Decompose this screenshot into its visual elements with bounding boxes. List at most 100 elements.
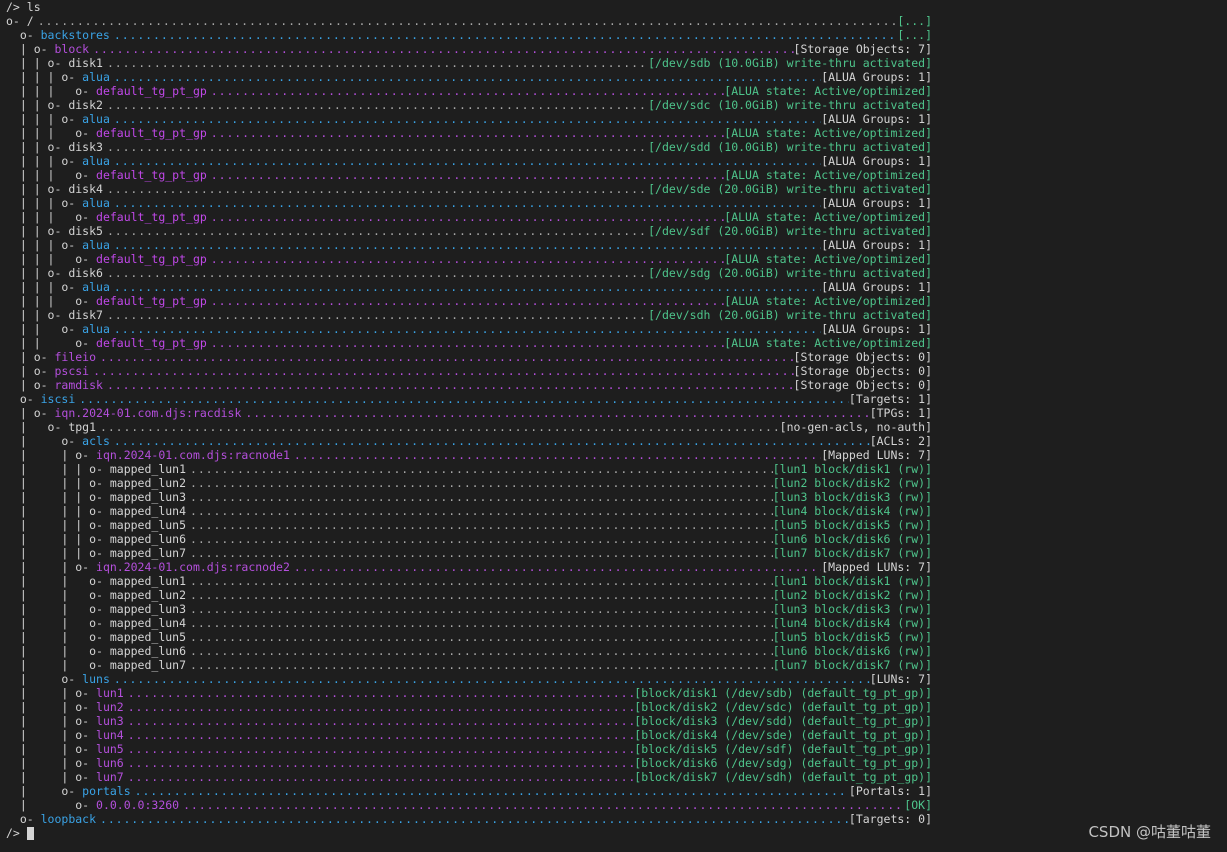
dot-leader: [186, 644, 773, 658]
tree-line: | | | o- mapped_lun1 [lun1 block/disk1 (r…: [6, 462, 932, 476]
tree-node-status: [Mapped LUNs: 7]: [821, 448, 932, 462]
tree-prefix: | | o-: [6, 644, 110, 658]
tree-node-name: mapped_lun1: [109, 574, 187, 588]
tree-node-name: luns: [82, 672, 110, 686]
terminal-output[interactable]: /> ls o- / [...] o- backstores [...] | o- …: [6, 0, 932, 852]
tree-node-status: [Mapped LUNs: 7]: [821, 560, 932, 574]
tree-node-status: [ALUA state: Active/optimized]: [724, 126, 932, 140]
tree-line: | | o- iqn.2024-01.com.djs:racnode2 [Mapp…: [6, 560, 932, 574]
tree-line: | | | o- default_tg_pt_gp [ALUA state: Ac…: [6, 168, 932, 182]
tree-line: | | | o- alua [ALUA Groups: 1]: [6, 196, 932, 210]
dot-leader: [186, 504, 773, 518]
tree-node-status: [ALUA Groups: 1]: [821, 196, 932, 210]
tree-line: | o- tpg1 [no-gen-acls, no-auth]: [6, 420, 932, 434]
dot-leader: [290, 560, 821, 574]
tree-node-status: [ALUA Groups: 1]: [821, 112, 932, 126]
tree-node-name: alua: [82, 280, 110, 294]
tree-line: | | o- default_tg_pt_gp [ALUA state: Acti…: [6, 336, 932, 350]
dot-leader: [186, 476, 773, 490]
tree-node-name: disk2: [68, 98, 103, 112]
tree-node-name: lun2: [96, 700, 124, 714]
tree-prefix: | | | o-: [6, 196, 83, 210]
tree-line: | | | o- default_tg_pt_gp [ALUA state: Ac…: [6, 84, 932, 98]
tree-prefix: | | | o-: [6, 168, 97, 182]
tree-line: | | o- alua [ALUA Groups: 1]: [6, 322, 932, 336]
tree-prefix: | | o-: [6, 140, 69, 154]
tree-node-name: iqn.2024-01.com.djs:racnode1: [96, 448, 290, 462]
dot-leader: [110, 196, 821, 210]
dot-leader: [207, 294, 724, 308]
tree-node-status: [lun5 block/disk5 (rw)]: [772, 630, 932, 644]
tree-node-name: disk3: [68, 140, 103, 154]
tree-node-status: [lun2 block/disk2 (rw)]: [772, 588, 932, 602]
tree-prefix: | o-: [6, 364, 55, 378]
tree-node-status: [block/disk3 (/dev/sdd) (default_tg_pt_g…: [634, 714, 932, 728]
dot-leader: [186, 616, 773, 630]
tree-node-name: ramdisk: [54, 378, 103, 392]
dot-leader: [207, 210, 724, 224]
dot-leader: [186, 658, 773, 672]
tree-node-name: fileio: [54, 350, 97, 364]
tree-prefix: | | | o-: [6, 252, 97, 266]
tree-node-status: [/dev/sdf (20.0GiB) write-thru activated…: [648, 224, 932, 238]
tree-prefix: | o-: [6, 378, 55, 392]
tree-line: | | o- disk1 [/dev/sdb (10.0GiB) write-th…: [6, 56, 932, 70]
tree-prefix: | | | o-: [6, 126, 97, 140]
tree-prefix: o-: [6, 812, 41, 826]
tree-node-status: [ALUA state: Active/optimized]: [724, 210, 932, 224]
dot-leader: [103, 182, 648, 196]
tree-node-name: mapped_lun6: [109, 644, 187, 658]
tree-prefix: | | o-: [6, 574, 110, 588]
tree-line: | | | o- default_tg_pt_gp [ALUA state: Ac…: [6, 252, 932, 266]
tree-line: | o- iqn.2024-01.com.djs:racdisk [TPGs: 1…: [6, 406, 932, 420]
tree-node-name: iqn.2024-01.com.djs:racnode2: [96, 560, 290, 574]
tree-prefix: | | o-: [6, 308, 69, 322]
tree-prefix: | | o-: [6, 336, 97, 350]
tree-line: | | o- lun4 [block/disk4 (/dev/sde) (defa…: [6, 728, 932, 742]
dot-leader: [96, 812, 849, 826]
dot-leader: [186, 546, 773, 560]
tree-node-status: [Portals: 1]: [848, 784, 932, 798]
prompt-line[interactable]: />: [6, 826, 932, 840]
tree-line: | | o- lun1 [block/disk1 (/dev/sdb) (defa…: [6, 686, 932, 700]
tree-prefix: | | o-: [6, 224, 69, 238]
tree-node-status: [lun1 block/disk1 (rw)]: [772, 574, 932, 588]
tree-line: | | o- mapped_lun5 [lun5 block/disk5 (rw)…: [6, 630, 932, 644]
tree-line: | | | o- default_tg_pt_gp [ALUA state: Ac…: [6, 294, 932, 308]
tree-node-name: mapped_lun3: [109, 602, 187, 616]
tree-node-status: [OK]: [904, 798, 932, 812]
dot-leader: [110, 28, 898, 42]
dot-leader: [124, 742, 635, 756]
tree-node-name: loopback: [40, 812, 97, 826]
tree-prefix: | o-: [6, 784, 83, 798]
tree-node-name: mapped_lun4: [109, 616, 187, 630]
tree-node-status: [Storage Objects: 0]: [793, 350, 932, 364]
dot-leader: [124, 714, 635, 728]
tree-node-status: [lun6 block/disk6 (rw)]: [772, 532, 932, 546]
tree-prefix: | | o-: [6, 98, 69, 112]
tree-line: | | | o- mapped_lun3 [lun3 block/disk3 (r…: [6, 490, 932, 504]
tree-prefix: | | | o-: [6, 504, 110, 518]
tree-prefix: | | | o-: [6, 210, 97, 224]
tree-node-status: [/dev/sdb (10.0GiB) write-thru activated…: [648, 56, 932, 70]
tree-line: | | o- mapped_lun1 [lun1 block/disk1 (rw)…: [6, 574, 932, 588]
tree-node-name: lun3: [96, 714, 124, 728]
tree-prefix: o-: [6, 28, 41, 42]
dot-leader: [186, 574, 773, 588]
tree-line: o- iscsi [Targets: 1]: [6, 392, 932, 406]
tree-prefix: | | | o-: [6, 546, 110, 560]
tree-line: | | o- disk2 [/dev/sdc (10.0GiB) write-th…: [6, 98, 932, 112]
tree-prefix: | | | o-: [6, 154, 83, 168]
tree-prefix: | | o-: [6, 56, 69, 70]
dot-leader: [103, 98, 648, 112]
tree-line: | | | o- mapped_lun6 [lun6 block/disk6 (r…: [6, 532, 932, 546]
tree-line: | | o- disk5 [/dev/sdf (20.0GiB) write-th…: [6, 224, 932, 238]
tree-prefix: | | | o-: [6, 476, 110, 490]
dot-leader: [110, 70, 821, 84]
dot-leader: [96, 420, 780, 434]
tree-node-name: default_tg_pt_gp: [96, 126, 207, 140]
tree-node-status: [/dev/sde (20.0GiB) write-thru activated…: [648, 182, 932, 196]
tree-node-status: [TPGs: 1]: [869, 406, 932, 420]
tree-line: o- backstores [...]: [6, 28, 932, 42]
dot-leader: [103, 266, 648, 280]
